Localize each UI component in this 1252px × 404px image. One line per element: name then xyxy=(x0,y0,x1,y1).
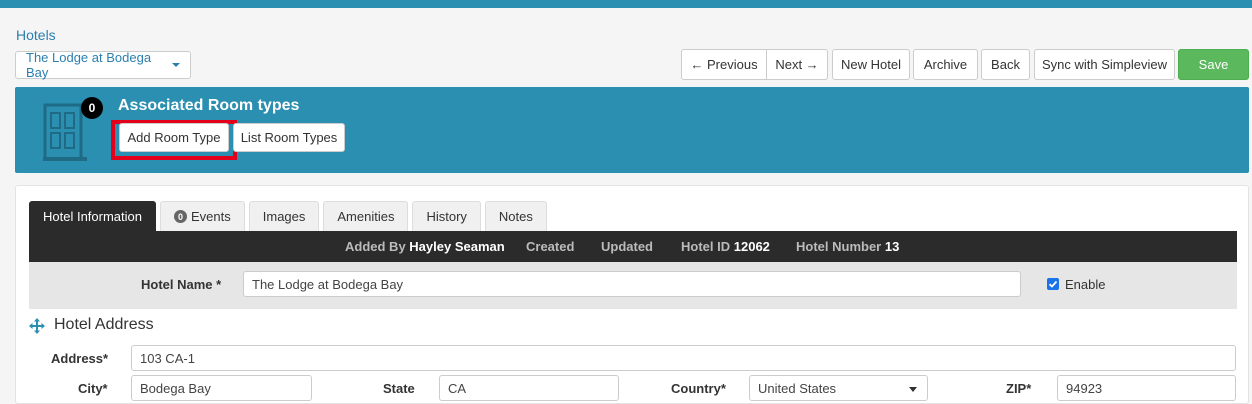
tab-events-label: Events xyxy=(191,209,231,224)
city-input[interactable]: Bodega Bay xyxy=(131,375,312,401)
back-button[interactable]: Back xyxy=(981,49,1030,80)
hotel-address-title: Hotel Address xyxy=(54,316,154,333)
meta-created: Created xyxy=(526,239,575,254)
hotel-id-value: 12062 xyxy=(733,239,770,254)
tab-bar: Hotel Information 0 Events Images Amenit… xyxy=(29,201,551,232)
room-types-count-badge: 0 xyxy=(81,97,103,119)
add-room-type-button[interactable]: Add Room Type xyxy=(119,123,229,152)
hotel-number-value: 13 xyxy=(884,239,900,254)
address-label: Address* xyxy=(51,351,109,366)
hotel-id-label: Hotel ID xyxy=(681,239,731,254)
new-hotel-button[interactable]: New Hotel xyxy=(832,49,910,80)
list-room-types-button[interactable]: List Room Types xyxy=(233,123,345,152)
select-arrow-icon xyxy=(909,387,917,392)
hotel-number-label: Hotel Number xyxy=(796,239,882,254)
meta-updated: Updated xyxy=(601,239,653,254)
next-button[interactable]: Next → xyxy=(767,49,828,80)
move-arrows-icon xyxy=(29,318,45,334)
meta-added-by: Added By Hayley Seaman xyxy=(345,239,505,254)
tab-images[interactable]: Images xyxy=(248,201,320,231)
meta-info-bar: Added By Hayley Seaman Created Updated H… xyxy=(29,231,1237,262)
meta-hotel-number: Hotel Number 13 xyxy=(796,239,899,254)
city-label: City* xyxy=(78,381,108,396)
top-accent-bar xyxy=(0,0,1252,8)
hotel-select-value: The Lodge at Bodega Bay xyxy=(26,50,152,80)
archive-button[interactable]: Archive xyxy=(913,49,978,80)
meta-hotel-id: Hotel ID 12062 xyxy=(681,239,770,254)
hotel-name-input[interactable]: The Lodge at Bodega Bay xyxy=(243,271,1021,297)
state-input[interactable]: CA xyxy=(439,375,619,401)
hotel-name-label: Hotel Name * xyxy=(141,277,222,292)
check-icon xyxy=(1048,280,1058,288)
tab-notes[interactable]: Notes xyxy=(484,201,547,231)
banner-title: Associated Room types xyxy=(118,97,300,114)
hotel-name-row: Hotel Name * The Lodge at Bodega Bay Ena… xyxy=(29,262,1237,309)
zip-label: ZIP* xyxy=(1006,381,1032,396)
enable-label: Enable xyxy=(1065,277,1106,292)
previous-button[interactable]: ← Previous xyxy=(681,49,767,80)
state-label: State xyxy=(383,381,415,396)
save-button[interactable]: Save xyxy=(1178,49,1249,80)
events-count-badge: 0 xyxy=(174,210,187,223)
hotel-select-dropdown[interactable]: The Lodge at Bodega Bay xyxy=(15,50,191,80)
added-by-label: Added By xyxy=(345,239,406,254)
address-input[interactable]: 103 CA-1 xyxy=(131,345,1236,371)
country-select[interactable]: United States xyxy=(749,375,928,401)
room-types-banner: 0 Associated Room types Add Room Type Li… xyxy=(15,87,1249,173)
tab-amenities[interactable]: Amenities xyxy=(323,201,409,231)
caret-down-icon xyxy=(172,63,180,67)
tab-events[interactable]: 0 Events xyxy=(160,201,245,231)
tab-hotel-information[interactable]: Hotel Information xyxy=(29,201,156,231)
hotel-detail-panel: Hotel Information 0 Events Images Amenit… xyxy=(15,185,1249,404)
breadcrumb-hotels[interactable]: Hotels xyxy=(16,27,56,43)
tab-history[interactable]: History xyxy=(412,201,481,231)
country-select-value: United States xyxy=(758,380,837,396)
enable-checkbox[interactable] xyxy=(1047,278,1059,290)
sync-simpleview-button[interactable]: Sync with Simpleview xyxy=(1034,49,1175,80)
added-by-value: Hayley Seaman xyxy=(409,239,505,254)
zip-input[interactable]: 94923 xyxy=(1057,375,1236,401)
country-label: Country* xyxy=(671,381,726,396)
